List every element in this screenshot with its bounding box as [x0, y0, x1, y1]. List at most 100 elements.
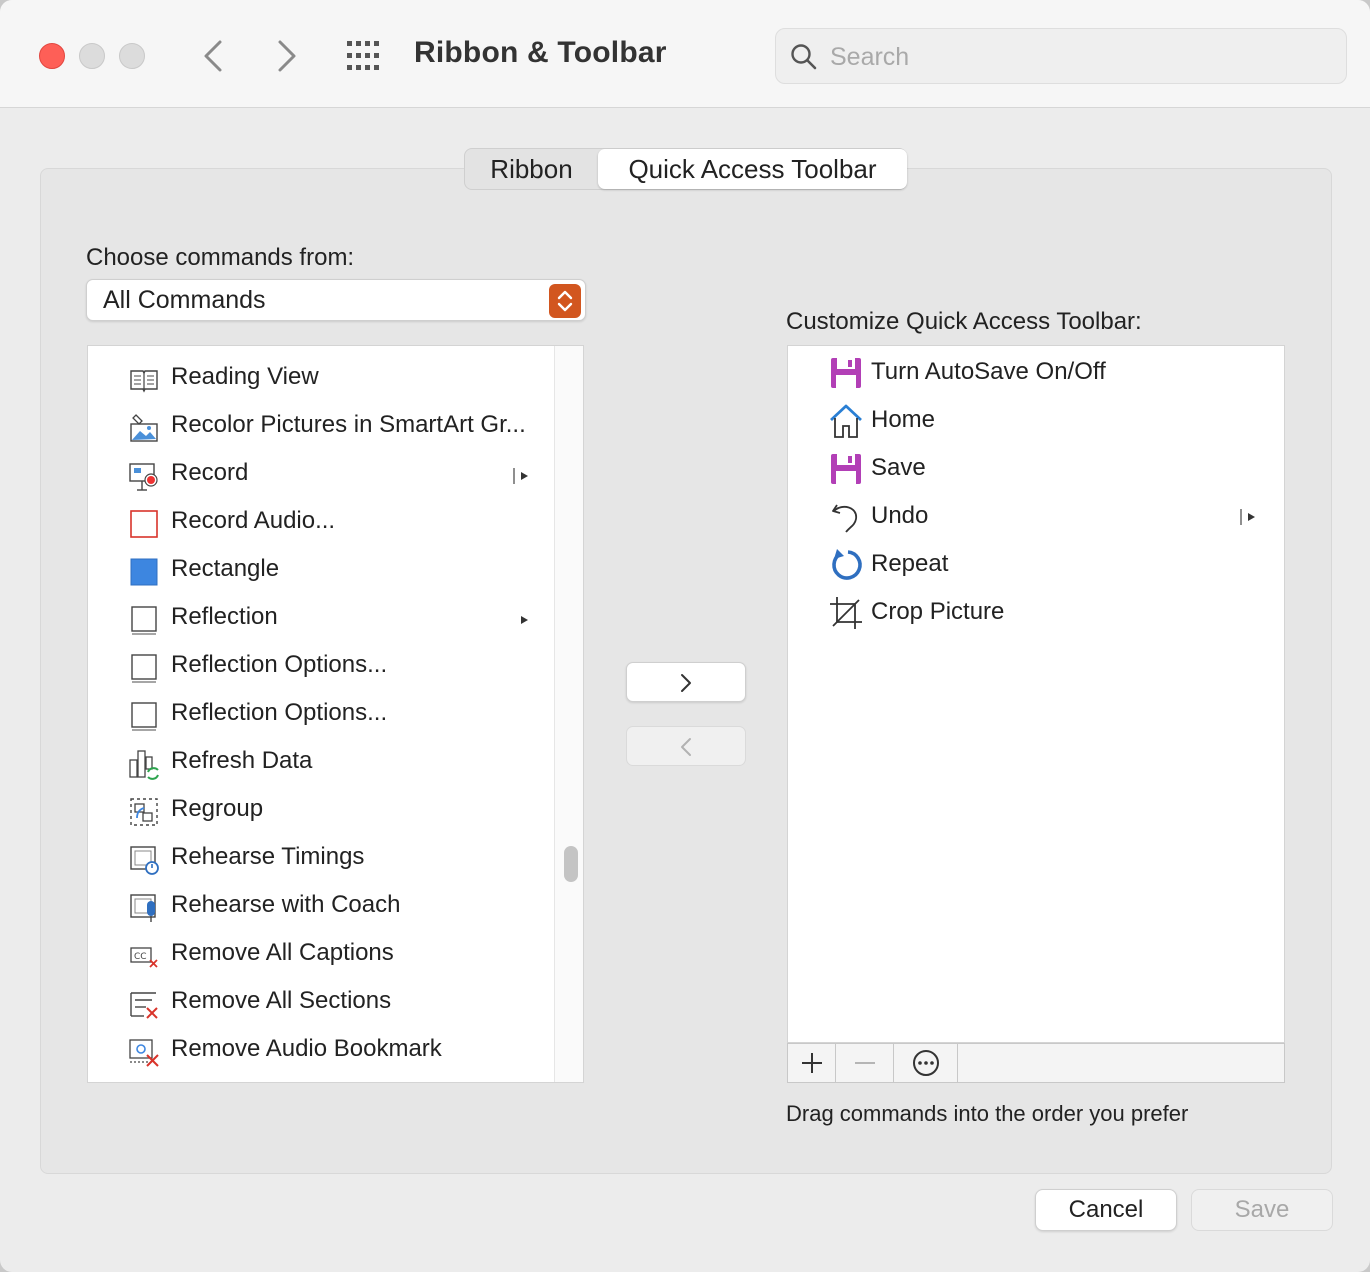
commands-scrollbar[interactable] — [554, 346, 583, 1082]
toolbar-item-label: Undo — [871, 502, 929, 529]
remove-bookmark-icon — [129, 1039, 159, 1067]
list-item[interactable]: Home — [788, 396, 1284, 444]
command-label: Remove All Captions — [171, 939, 394, 966]
search-input[interactable] — [830, 37, 1330, 77]
preferences-window: Ribbon & Toolbar Ribbon Quick Access Too… — [0, 0, 1370, 1272]
commands-source-value: All Commands — [103, 286, 266, 314]
tab-ribbon[interactable]: Ribbon — [465, 149, 598, 189]
list-item[interactable]: Reflection Options... — [88, 643, 554, 691]
tab-switcher: Ribbon Quick Access Toolbar — [464, 148, 907, 190]
commands-source-select[interactable]: All Commands — [86, 279, 586, 321]
list-item[interactable]: Remove Audio Bookmark — [88, 1027, 554, 1075]
command-label: Rehearse Timings — [171, 843, 365, 870]
minus-icon — [855, 1062, 875, 1064]
more-options-button[interactable] — [894, 1044, 958, 1082]
toolbar-item-label: Repeat — [871, 550, 949, 577]
zoom-window-button[interactable] — [119, 43, 145, 69]
home-icon — [830, 404, 862, 438]
command-label: Rectangle — [171, 555, 280, 582]
list-item[interactable]: Crop Picture — [788, 588, 1284, 636]
list-item[interactable]: Record — [88, 451, 554, 499]
back-button[interactable] — [194, 36, 234, 76]
title-bar: Ribbon & Toolbar — [0, 0, 1370, 108]
command-label: Refresh Data — [171, 747, 313, 774]
list-item[interactable]: Refresh Data — [88, 739, 554, 787]
command-label: Rehearse with Coach — [171, 891, 401, 918]
save-icon — [831, 454, 861, 484]
submenu-arrow-icon[interactable] — [513, 467, 531, 485]
list-item[interactable]: CC Remove All Captions — [88, 931, 554, 979]
chevron-right-icon — [278, 40, 296, 72]
list-item[interactable]: Reading View — [88, 355, 554, 403]
reflection-options-icon — [131, 654, 157, 683]
search-icon — [791, 44, 817, 70]
list-item[interactable]: Repeat — [788, 540, 1284, 588]
rehearse-coach-icon — [130, 894, 156, 922]
submenu-arrow-icon[interactable] — [1240, 508, 1258, 526]
minimize-window-button[interactable] — [79, 43, 105, 69]
save-button[interactable]: Save — [1191, 1189, 1333, 1231]
remove-item-button[interactable] — [836, 1044, 894, 1082]
regroup-icon — [130, 798, 158, 826]
list-item[interactable]: Rectangle — [88, 547, 554, 595]
autosave-icon — [831, 358, 861, 388]
submenu-arrow-icon[interactable] — [513, 611, 531, 629]
command-label: Record — [171, 459, 249, 486]
choose-commands-label: Choose commands from: — [86, 244, 355, 271]
toolbar-item-label: Turn AutoSave On/Off — [871, 358, 1106, 385]
add-separator-button[interactable] — [788, 1044, 836, 1082]
toolbar-item-label: Home — [871, 406, 936, 433]
rectangle-icon — [130, 558, 158, 586]
chevron-right-icon — [681, 674, 691, 692]
close-window-button[interactable] — [39, 43, 65, 69]
list-item[interactable]: Regroup — [88, 787, 554, 835]
forward-button[interactable] — [266, 36, 306, 76]
command-label: Record Audio... — [171, 507, 336, 534]
toolbar-list-controls — [787, 1043, 1285, 1083]
chevron-left-icon — [681, 738, 691, 756]
command-label: Recolor Pictures in SmartArt Gr... — [171, 411, 526, 438]
list-item[interactable]: Reflection Options... — [88, 691, 554, 739]
chevron-left-icon — [204, 40, 222, 72]
refresh-data-icon — [129, 750, 159, 780]
reflection-icon — [131, 606, 157, 635]
add-to-toolbar-button[interactable] — [626, 662, 746, 702]
reflection-options-icon — [131, 702, 157, 731]
remove-sections-icon — [130, 992, 158, 1019]
toolbar-commands-list[interactable]: Turn AutoSave On/Off Home Save Undo Repe… — [787, 345, 1285, 1043]
toolbar-item-label: Crop Picture — [871, 598, 1005, 625]
list-item[interactable]: Reflection — [88, 595, 554, 643]
list-item[interactable]: Rehearse with Coach — [88, 883, 554, 931]
svg-text:CC: CC — [134, 952, 147, 962]
rehearse-timings-icon — [130, 846, 159, 875]
cancel-button[interactable]: Cancel — [1035, 1189, 1177, 1231]
crop-picture-icon — [830, 597, 862, 629]
list-item[interactable]: Undo — [788, 492, 1284, 540]
command-label: Reflection Options... — [171, 699, 388, 726]
record-audio-icon — [130, 510, 158, 538]
show-all-button[interactable] — [345, 39, 385, 73]
remove-from-toolbar-button[interactable] — [626, 726, 746, 766]
record-icon — [129, 463, 158, 491]
grid-icon — [347, 41, 379, 70]
available-commands-list[interactable]: Reading View Recolor Pictures in SmartAr… — [87, 345, 584, 1083]
search-field[interactable] — [775, 28, 1347, 84]
command-label: Remove All Sections — [171, 987, 392, 1014]
list-item[interactable]: Save — [788, 444, 1284, 492]
remove-captions-icon: CC — [130, 947, 158, 968]
list-item[interactable]: Recolor Pictures in SmartArt Gr... — [88, 403, 554, 451]
command-label: Reflection — [171, 603, 278, 630]
ellipsis-circle-icon — [913, 1050, 939, 1076]
list-item[interactable]: Record Audio... — [88, 499, 554, 547]
list-item[interactable]: Turn AutoSave On/Off — [788, 348, 1284, 396]
select-arrows-icon — [549, 284, 581, 318]
tab-quick-access-toolbar[interactable]: Quick Access Toolbar — [598, 149, 907, 189]
command-label: Regroup — [171, 795, 264, 822]
window-title: Ribbon & Toolbar — [414, 36, 667, 69]
scrollbar-thumb[interactable] — [564, 846, 578, 882]
list-item[interactable]: Remove All Sections — [88, 979, 554, 1027]
repeat-icon — [832, 549, 862, 580]
command-label: Remove Audio Bookmark — [171, 1035, 442, 1062]
toolbar-item-label: Save — [871, 454, 926, 481]
list-item[interactable]: Rehearse Timings — [88, 835, 554, 883]
